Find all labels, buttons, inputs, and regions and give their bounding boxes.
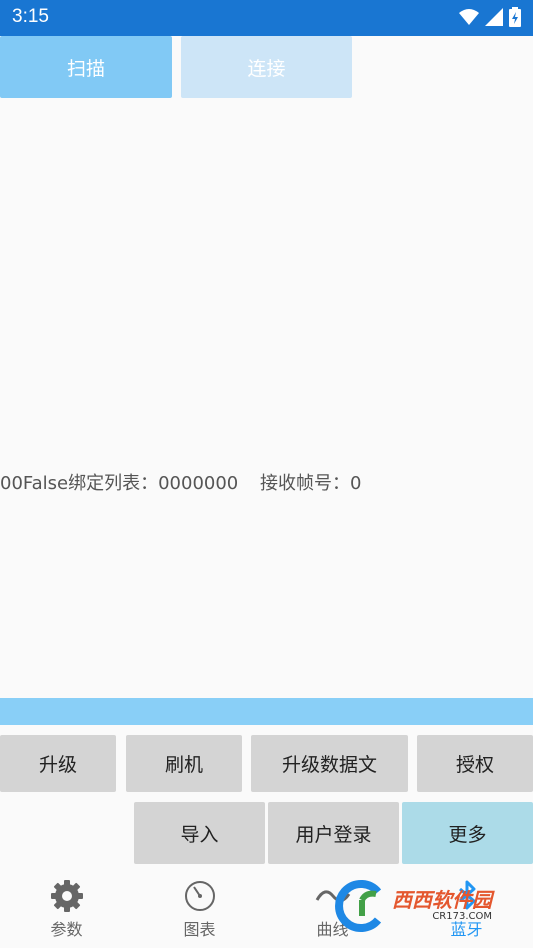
- flash-button[interactable]: 刷机: [126, 735, 242, 792]
- bind-list-text: 00False绑定列表：0000000: [0, 473, 239, 494]
- user-login-button[interactable]: 用户登录: [268, 802, 399, 864]
- nav-label: 参数: [50, 920, 83, 939]
- frame-number-text: 接收帧号：0: [260, 473, 362, 494]
- gear-icon: [50, 880, 83, 912]
- import-button[interactable]: 导入: [134, 802, 265, 864]
- nav-item-chart[interactable]: 图表: [133, 870, 266, 948]
- connect-button[interactable]: 连接: [181, 36, 352, 98]
- upgrade-button[interactable]: 升级: [0, 735, 116, 792]
- status-bar: 3:15: [0, 0, 533, 36]
- gauge-icon: [184, 881, 215, 911]
- device-info: 00False绑定列表：0000000 接收帧号：0: [0, 469, 377, 495]
- cr-logo-icon: [335, 880, 382, 932]
- progress-bar: [0, 698, 533, 725]
- scan-button[interactable]: 扫描: [0, 36, 172, 98]
- status-time: 3:15: [12, 6, 49, 27]
- nav-item-params[interactable]: 参数: [0, 870, 133, 948]
- upgrade-data-button[interactable]: 升级数据文: [251, 735, 408, 792]
- nav-label: 图表: [183, 920, 216, 939]
- battery-icon: [509, 7, 521, 27]
- authorize-button[interactable]: 授权: [417, 735, 533, 792]
- watermark: 西西软件园 CR173.COM: [332, 875, 527, 937]
- watermark-brand: 西西软件园: [392, 888, 492, 912]
- watermark-site: CR173.COM: [432, 911, 492, 922]
- more-button[interactable]: 更多: [402, 802, 533, 864]
- signal-icon: [485, 8, 503, 26]
- wifi-icon: [459, 9, 479, 25]
